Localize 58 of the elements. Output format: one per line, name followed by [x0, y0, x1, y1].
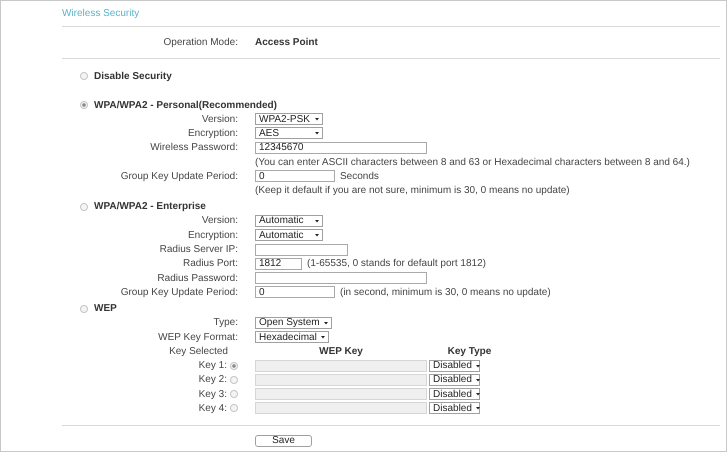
caret-icon — [315, 233, 319, 238]
field-label: Encryption: — [186, 230, 238, 241]
column-header: Key Selected — [168, 346, 229, 357]
caret-icon — [315, 218, 319, 223]
dropdown[interactable]: Hexadecimal — [255, 331, 329, 343]
caret-icon — [315, 131, 319, 136]
field-note: Seconds — [340, 170, 379, 182]
field-label: WEP Key Format: — [157, 332, 238, 342]
field-label: Encryption: — [186, 128, 238, 139]
field-note: (1-65535, 0 stands for default port 1812) — [307, 258, 486, 270]
section-title: WPA/WPA2 - Personal(Recommended) — [94, 100, 277, 110]
field-label: Radius Server IP: — [158, 244, 238, 256]
caret-icon — [324, 320, 328, 325]
field-label: Group Key Update Period: — [120, 286, 238, 298]
input-field[interactable]: 0 — [255, 170, 335, 182]
section-title: WEP — [94, 303, 117, 314]
input-field[interactable] — [255, 272, 427, 284]
section-title: WPA/WPA2 - Enterprise — [94, 201, 206, 212]
caret-icon — [315, 117, 319, 122]
hint-text: (Keep it default if you are not sure, minimum is 30, 0 means no update) — [255, 185, 571, 196]
hint-text: (You can enter ASCII characters between 8 and 63 or Hexadecimal characters between 8 and 64.) — [255, 156, 691, 168]
input-field[interactable]: 1812 — [255, 258, 302, 270]
field-label: Radius Port: — [182, 258, 238, 270]
field-label: Group Key Update Period: — [120, 170, 238, 182]
radio-button[interactable] — [80, 101, 88, 109]
dropdown[interactable]: Automatic — [255, 214, 323, 227]
field-value: Access Point — [255, 37, 319, 48]
caret-icon — [476, 378, 480, 382]
field-label: Operation Mode: — [162, 37, 238, 48]
input-field[interactable] — [255, 244, 348, 256]
key-label: Key 3: — [198, 388, 227, 400]
dropdown[interactable]: Automatic — [255, 229, 323, 242]
input-field[interactable]: 0 — [255, 286, 335, 298]
field-label: Version: — [200, 215, 238, 226]
key-label: Key 4: — [198, 402, 227, 414]
radio-button[interactable] — [80, 72, 88, 80]
input-field[interactable]: 12345670 — [255, 142, 427, 154]
field-label: Version: — [200, 114, 238, 125]
caret-icon — [476, 406, 480, 410]
column-header: Key Type — [446, 346, 492, 357]
caret-icon — [476, 392, 480, 396]
field-label: Radius Password: — [156, 272, 238, 284]
key-label: Key 2: — [198, 374, 227, 386]
field-label: Type: — [212, 317, 238, 328]
field-label: Wireless Password: — [149, 142, 238, 154]
radio-button[interactable] — [80, 202, 88, 211]
key-label: Key 1: — [198, 360, 227, 372]
caret-icon — [320, 335, 325, 339]
column-header: WEP Key — [318, 346, 364, 357]
dropdown[interactable]: WPA2-PSK — [255, 113, 323, 126]
caret-icon — [476, 364, 480, 368]
section-title: Disable Security — [94, 70, 172, 82]
field-note: (in second, minimum is 30, 0 means no update) — [340, 286, 551, 298]
dropdown[interactable]: Open System — [255, 316, 332, 329]
dropdown[interactable]: AES — [255, 127, 323, 140]
page-title: Wireless Security — [62, 8, 140, 19]
save-button[interactable]: Save — [255, 434, 312, 447]
radio-button[interactable] — [80, 304, 88, 313]
